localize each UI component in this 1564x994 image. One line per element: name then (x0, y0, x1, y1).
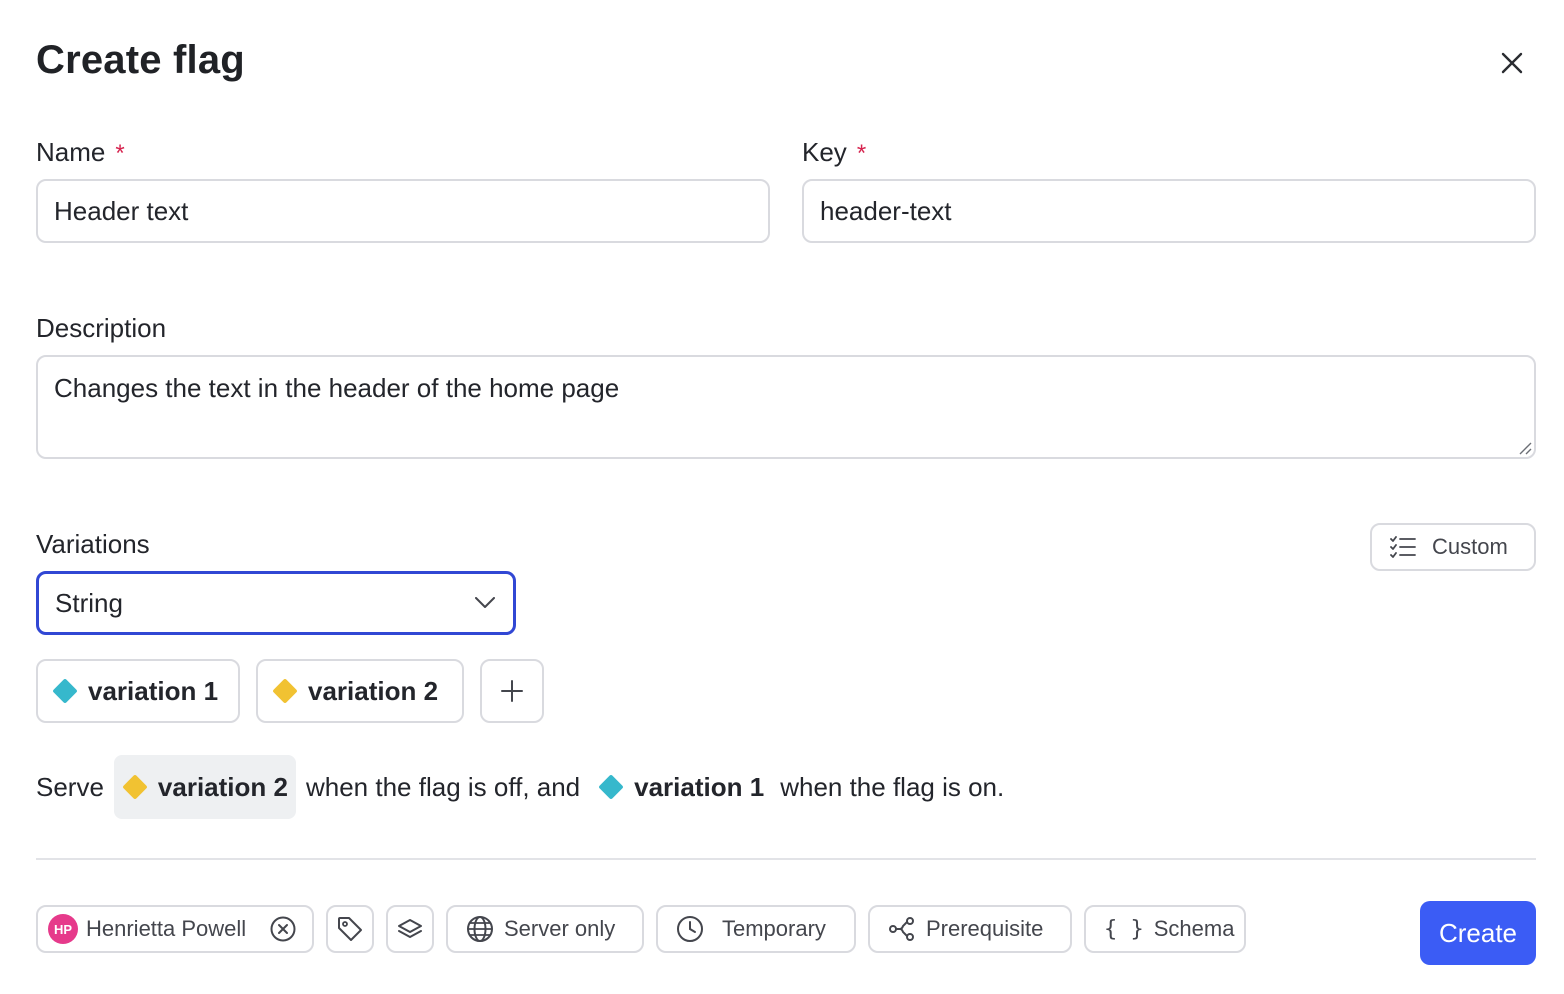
prerequisite-label: Prerequisite (926, 916, 1044, 941)
add-variation-button[interactable] (480, 659, 544, 723)
off-variation-label: variation 2 (157, 771, 288, 802)
prerequisite-icon (889, 917, 914, 941)
schema-button[interactable]: { } Schema (1084, 905, 1246, 953)
custom-variations-button[interactable]: Custom (1370, 523, 1536, 571)
serve-suffix: when the flag is on. (780, 771, 1005, 802)
key-input-value: header-text (820, 195, 952, 226)
diamond-icon (598, 774, 624, 800)
dialog-title: Create flag (36, 38, 245, 82)
server-only-label: Server only (504, 916, 616, 941)
maintainer-name: Henrietta Powell (86, 916, 247, 941)
remove-circle-icon[interactable] (270, 916, 296, 942)
description-textarea[interactable]: Changes the text in the header of the ho… (36, 355, 1536, 459)
tags-button[interactable] (326, 905, 374, 953)
variation-type-select[interactable]: String (36, 571, 516, 635)
serve-prefix: Serve (36, 771, 104, 802)
server-only-button[interactable]: Server only (446, 905, 644, 953)
name-required-mark: * (115, 140, 125, 167)
tag-icon (338, 917, 362, 941)
avatar: HP (48, 914, 78, 944)
temporary-button[interactable]: Temporary (656, 905, 856, 953)
clock-icon (677, 916, 703, 942)
layers-button[interactable] (386, 905, 434, 953)
key-input[interactable]: header-text (802, 179, 1536, 243)
divider (36, 858, 1536, 860)
variation-chip-label: variation 1 (88, 675, 219, 706)
name-label: Name * (36, 137, 125, 167)
key-label: Key * (802, 137, 867, 167)
globe-icon (467, 916, 493, 942)
close-icon (1501, 52, 1523, 74)
serve-sentence: Serve variation 2 when the flag is off, … (36, 755, 1004, 819)
resize-grip-icon[interactable] (1516, 439, 1532, 455)
chevron-down-icon (475, 597, 495, 608)
maintainer-pill[interactable]: HP Henrietta Powell (36, 905, 314, 953)
key-required-mark: * (856, 140, 867, 167)
create-button[interactable]: Create (1420, 901, 1536, 965)
name-input-value: Header text (54, 195, 189, 226)
diamond-icon (52, 678, 78, 704)
description-label: Description (36, 313, 167, 343)
diamond-icon (272, 678, 298, 704)
description-textarea-value: Changes the text in the header of the ho… (54, 373, 620, 403)
variation-chip-1[interactable]: variation 1 (36, 659, 240, 723)
variations-label: Variations (36, 529, 150, 559)
braces-icon: { } (1104, 916, 1144, 942)
close-button[interactable] (1494, 45, 1530, 81)
prerequisite-button[interactable]: Prerequisite (868, 905, 1072, 953)
schema-label: Schema (1153, 916, 1235, 941)
off-variation-selector[interactable]: variation 2 (113, 755, 296, 819)
variation-type-value: String (55, 587, 123, 618)
on-variation-label: variation 1 (634, 771, 765, 802)
temporary-label: Temporary (722, 916, 826, 941)
checklist-icon (1390, 536, 1416, 558)
variation-chip-label: variation 2 (308, 675, 439, 706)
layers-icon (398, 919, 422, 938)
custom-button-label: Custom (1432, 534, 1508, 559)
variation-chip-2[interactable]: variation 2 (256, 659, 464, 723)
on-variation-selector[interactable]: variation 1 (598, 771, 765, 803)
name-input[interactable]: Header text (36, 179, 770, 243)
diamond-icon (122, 774, 148, 800)
plus-icon (501, 680, 523, 702)
serve-middle-text: when the flag is off, and (305, 771, 581, 802)
